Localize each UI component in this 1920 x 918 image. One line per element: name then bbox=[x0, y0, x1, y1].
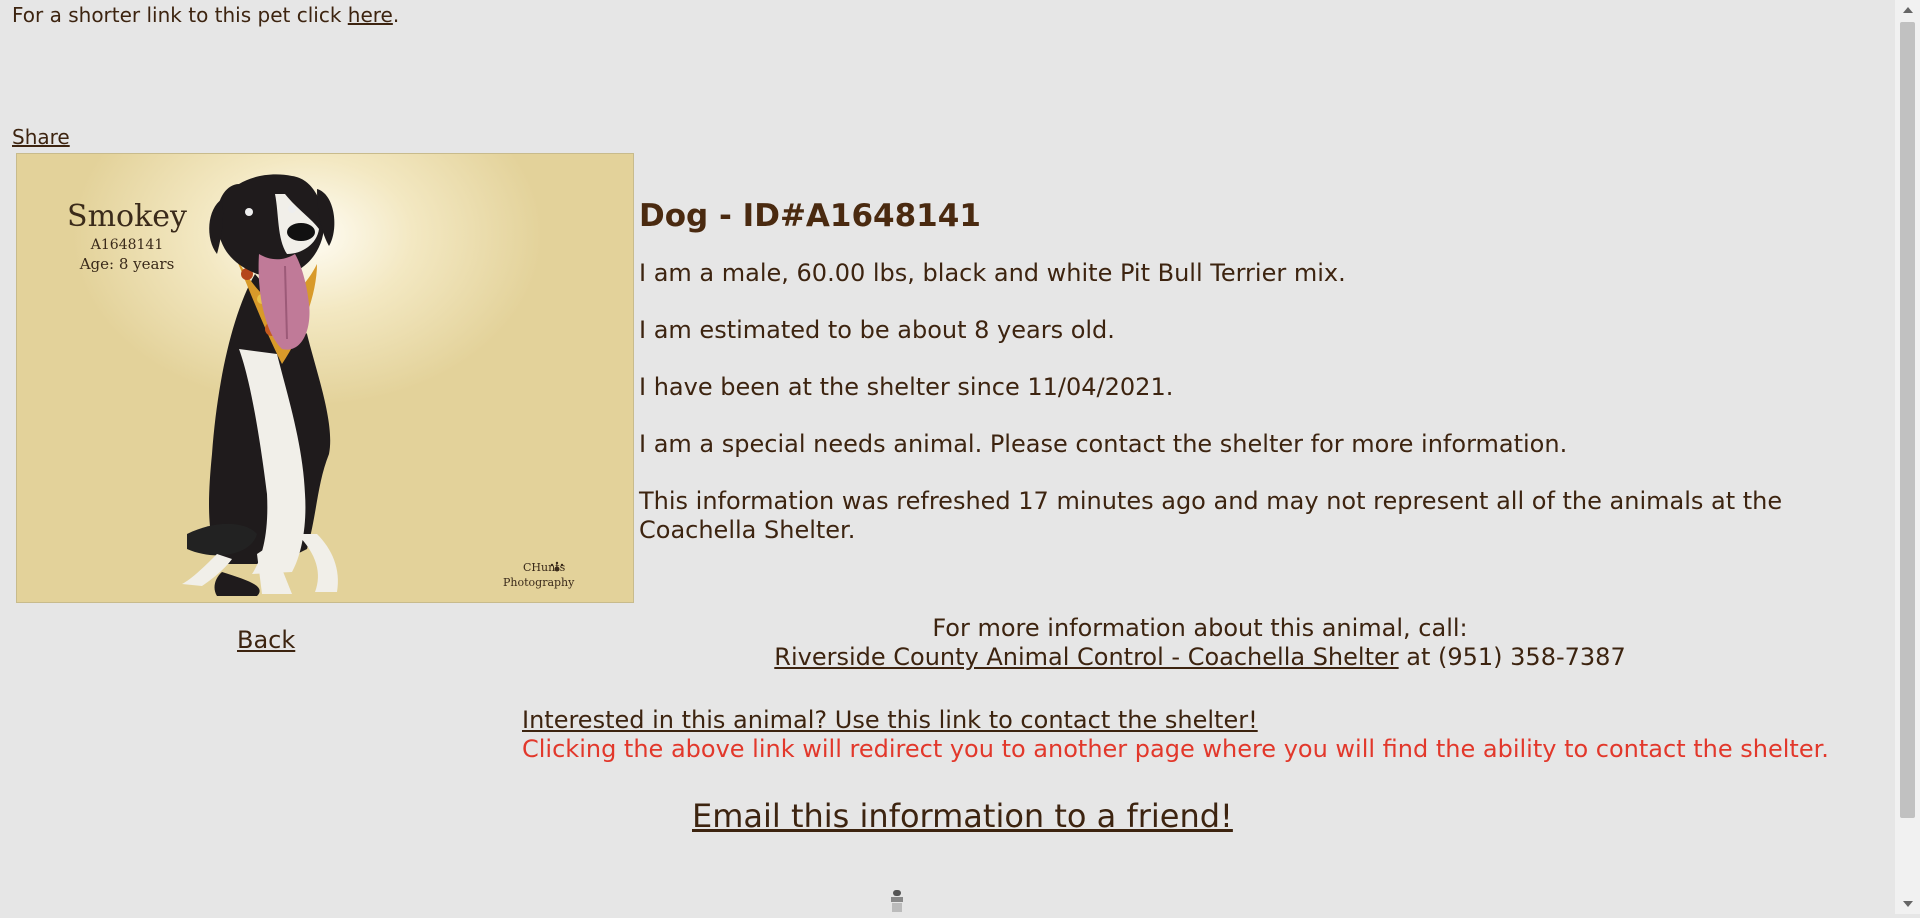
redirect-warning: Clicking the above link will redirect yo… bbox=[522, 735, 1829, 763]
photo-id-text: A1648141 bbox=[90, 237, 163, 253]
short-link-suffix: . bbox=[392, 3, 400, 27]
email-friend-link[interactable]: Email this information to a friend! bbox=[692, 797, 1233, 835]
refresh-note: This information was refreshed 17 minute… bbox=[639, 487, 1783, 544]
photo-name-text: Smokey bbox=[67, 199, 187, 234]
contact-line: Riverside County Animal Control - Coache… bbox=[640, 643, 1760, 672]
animal-special-needs: I am a special needs animal. Please cont… bbox=[639, 430, 1568, 458]
animal-age: I am estimated to be about 8 years old. bbox=[639, 316, 1115, 344]
animal-info: Dog - ID#A1648141 I am a male, 60.00 lbs… bbox=[639, 198, 1839, 573]
share-link[interactable]: Share bbox=[12, 125, 70, 149]
loading-icon bbox=[888, 888, 906, 914]
short-link-prefix: For a shorter link to this pet click bbox=[12, 3, 348, 27]
scroll-down-arrow-icon[interactable] bbox=[1895, 894, 1920, 914]
photo-credit-line1: CHunts bbox=[523, 561, 566, 574]
shelter-phone: at (951) 358-7387 bbox=[1398, 643, 1626, 671]
animal-title: Dog - ID#A1648141 bbox=[639, 198, 981, 234]
animal-description: I am a male, 60.00 lbs, black and white … bbox=[639, 259, 1346, 287]
shelter-link[interactable]: Riverside County Animal Control - Coache… bbox=[774, 643, 1398, 671]
pet-photo-image: Smokey A1648141 Age: 8 years CHunts Phot… bbox=[17, 154, 633, 602]
pet-photo: Smokey A1648141 Age: 8 years CHunts Phot… bbox=[16, 153, 634, 603]
photo-age-text: Age: 8 years bbox=[79, 255, 175, 273]
scrollbar-thumb[interactable] bbox=[1900, 22, 1915, 818]
short-link-line: For a shorter link to this pet click her… bbox=[12, 3, 399, 27]
back-link[interactable]: Back bbox=[237, 626, 295, 654]
vertical-scrollbar[interactable] bbox=[1895, 0, 1920, 914]
contact-intro: For more information about this animal, … bbox=[932, 614, 1468, 642]
contact-shelter-link[interactable]: Interested in this animal? Use this link… bbox=[522, 706, 1258, 734]
contact-info: For more information about this animal, … bbox=[640, 614, 1760, 672]
photo-credit-line2: Photography bbox=[503, 576, 575, 589]
animal-shelter-since: I have been at the shelter since 11/04/2… bbox=[639, 373, 1174, 401]
scroll-up-arrow-icon[interactable] bbox=[1895, 0, 1920, 20]
interest-section: Interested in this animal? Use this link… bbox=[522, 706, 1829, 764]
short-link-here[interactable]: here bbox=[348, 3, 393, 27]
